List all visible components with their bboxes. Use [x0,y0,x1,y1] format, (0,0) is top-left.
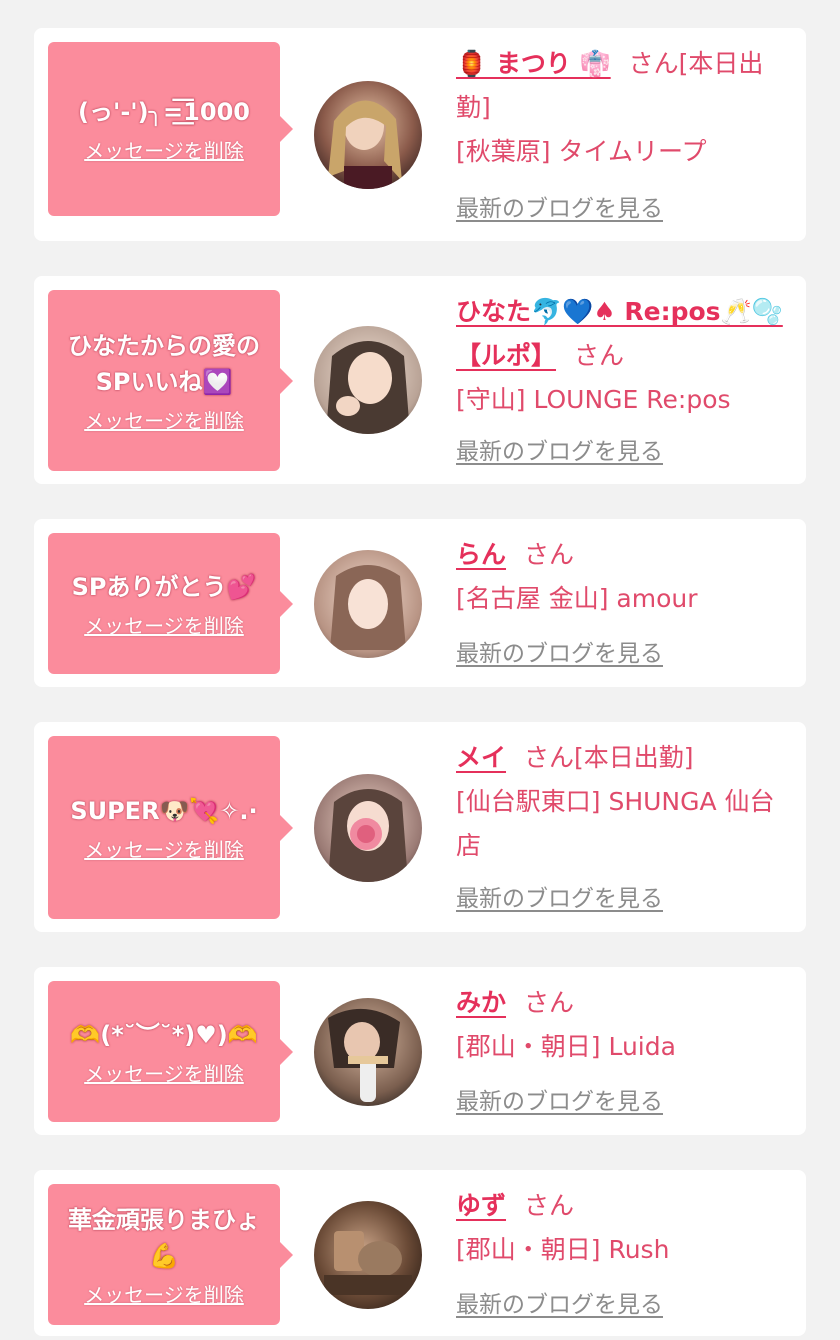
sender-name-link[interactable]: メイ [456,743,506,772]
avatar-photo [314,326,422,434]
avatar[interactable] [314,1201,422,1309]
delete-message-link[interactable]: メッセージを削除 [84,138,244,164]
shop-name: [守山] LOUNGE Re:pos [456,385,731,414]
sender-name-link[interactable]: みか [456,988,506,1017]
avatar[interactable] [314,550,422,658]
sender-name-link[interactable]: ゆず [456,1191,506,1220]
avatar-photo [314,1201,422,1309]
message-card: SUPER🐶💘✧.· メッセージを削除 メイ さん[本日出勤] [仙台駅東口] S… [34,722,806,932]
latest-blog-link[interactable]: 最新のブログを見る [456,1290,663,1320]
delete-message-link[interactable]: メッセージを削除 [84,837,244,863]
avatar[interactable] [314,326,422,434]
message-text: 🫶(*˘︶˘*)♥)🫶 [70,1020,258,1049]
latest-blog-link[interactable]: 最新のブログを見る [456,639,663,669]
latest-blog-link[interactable]: 最新のブログを見る [456,884,663,914]
avatar-photo [314,998,422,1106]
shop-name: [仙台駅東口] SHUNGA 仙台店 [456,787,775,860]
shop-name: [郡山・朝日] Rush [456,1235,670,1264]
delete-message-link[interactable]: メッセージを削除 [84,1282,244,1308]
sender-info: 🏮 まつり 👘 さん[本日出勤] [秋葉原] タイムリープ [456,42,792,174]
delete-message-link[interactable]: メッセージを削除 [84,408,244,434]
sender-info: ひなた🐬💙♠ Re:pos🥂🫧【ルポ】 さん [守山] LOUNGE Re:pos [456,290,792,422]
latest-blog-link[interactable]: 最新のブログを見る [456,1087,663,1117]
message-bubble: ひなたからの愛の SPいいね💟 メッセージを削除 [48,290,293,471]
delete-message-link[interactable]: メッセージを削除 [84,1061,244,1087]
delete-message-link[interactable]: メッセージを削除 [84,613,244,639]
message-card: 華金頑張りまひょ 💪 メッセージを削除 ゆず さん [郡山・朝日] Rush 最新… [34,1170,806,1336]
avatar-photo [314,81,422,189]
avatar[interactable] [314,998,422,1106]
avatar-photo [314,550,422,658]
sender-info: みか さん [郡山・朝日] Luida [456,981,792,1069]
message-text: 華金頑張りまひょ 💪 [68,1205,260,1270]
message-bubble: SUPER🐶💘✧.· メッセージを削除 [48,736,293,919]
avatar[interactable] [314,81,422,189]
sender-name-link[interactable]: らん [456,540,506,569]
sender-suffix: さん[本日出勤] [524,743,694,772]
message-card: SPありがとう💕 メッセージを削除 らん さん [名古屋 金山] amour 最新… [34,519,806,687]
sender-info: らん さん [名古屋 金山] amour [456,533,792,621]
sender-suffix: さん [524,1191,575,1220]
shop-name: [秋葉原] タイムリープ [456,137,707,166]
sender-info: ゆず さん [郡山・朝日] Rush [456,1184,792,1272]
sender-info: メイ さん[本日出勤] [仙台駅東口] SHUNGA 仙台店 [456,736,792,868]
shop-name: [名古屋 金山] amour [456,584,698,613]
sender-suffix: さん [574,341,625,370]
sender-suffix: さん [524,988,575,1017]
message-bubble: 華金頑張りまひょ 💪 メッセージを削除 [48,1184,293,1325]
message-bubble: (っ'-')╮=͟͟͞͞1000 メッセージを削除 [48,42,293,216]
message-card: 🫶(*˘︶˘*)♥)🫶 メッセージを削除 みか さん [郡山・朝日] Luida … [34,967,806,1135]
message-list: (っ'-')╮=͟͟͞͞1000 メッセージを削除 🏮 まつり 👘 さん[本日出勤… [0,0,840,1340]
sender-suffix: さん [524,540,575,569]
message-text: SUPER🐶💘✧.· [70,796,258,825]
shop-name: [郡山・朝日] Luida [456,1032,676,1061]
latest-blog-link[interactable]: 最新のブログを見る [456,437,663,467]
avatar-photo [314,774,422,882]
latest-blog-link[interactable]: 最新のブログを見る [456,194,663,224]
message-bubble: SPありがとう💕 メッセージを削除 [48,533,293,674]
message-bubble: 🫶(*˘︶˘*)♥)🫶 メッセージを削除 [48,981,293,1122]
message-text: ひなたからの愛の SPいいね💟 [68,331,260,396]
message-text: (っ'-')╮=͟͟͞͞1000 [78,98,250,126]
message-card: ひなたからの愛の SPいいね💟 メッセージを削除 ひなた🐬💙♠ Re:pos🥂🫧… [34,276,806,484]
message-text: SPありがとう💕 [71,572,257,601]
message-card: (っ'-')╮=͟͟͞͞1000 メッセージを削除 🏮 まつり 👘 さん[本日出勤… [34,28,806,241]
sender-name-link[interactable]: 🏮 まつり 👘 [456,49,611,78]
avatar[interactable] [314,774,422,882]
